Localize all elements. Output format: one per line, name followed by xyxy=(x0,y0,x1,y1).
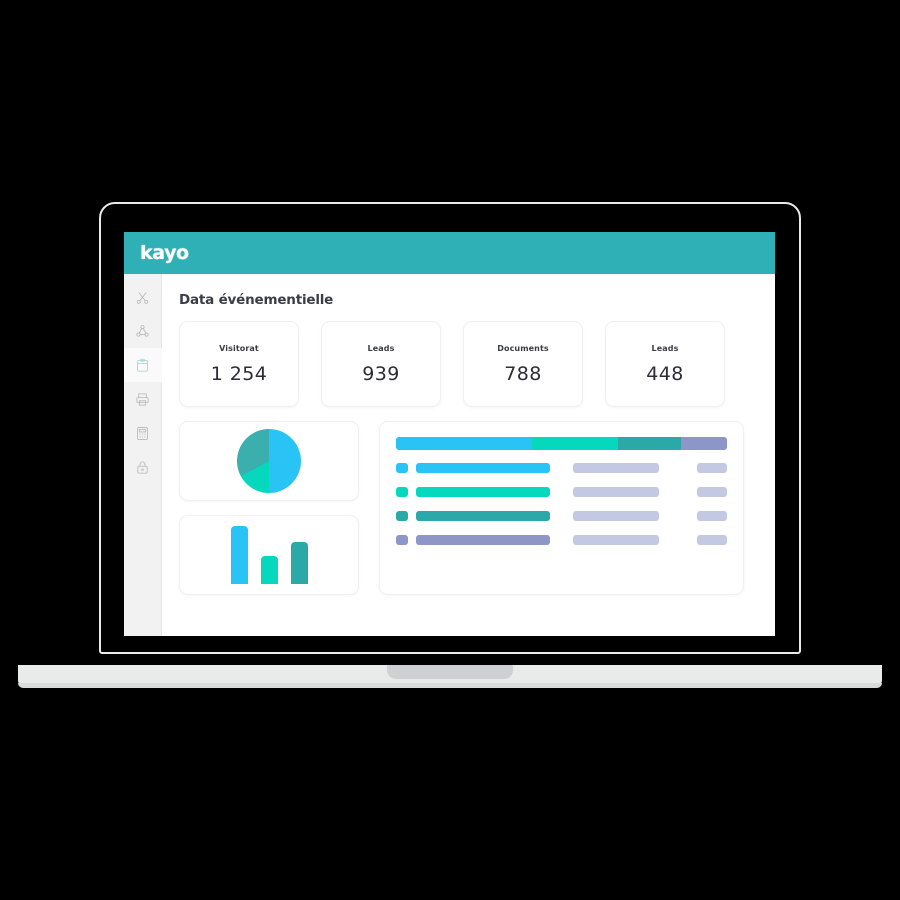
page-title: Data événementielle xyxy=(179,292,334,308)
stacked-bar xyxy=(396,437,727,450)
table-row[interactable] xyxy=(396,535,727,545)
sidebar-item-share[interactable] xyxy=(124,314,162,348)
row-placeholder-1 xyxy=(573,535,660,545)
bar-3 xyxy=(290,542,308,584)
screen: kayo Data événementielle Visitorat 1 254… xyxy=(124,232,775,636)
table-row[interactable] xyxy=(396,463,727,473)
bar-chart xyxy=(230,526,308,584)
list-rows xyxy=(396,463,727,545)
kpi-value: 1 254 xyxy=(210,362,268,385)
row-placeholder-1 xyxy=(573,463,660,473)
sidebar-item-clipboard[interactable] xyxy=(124,348,162,382)
sidebar-item-calculator[interactable] xyxy=(124,416,162,450)
row-bar xyxy=(416,463,550,473)
lock-icon xyxy=(135,460,150,475)
row-marker xyxy=(396,463,408,473)
row-placeholder-2 xyxy=(697,511,727,521)
sidebar-item-scissors[interactable] xyxy=(124,280,162,314)
list-panel xyxy=(379,421,744,595)
kpi-value: 448 xyxy=(646,362,684,385)
row-marker xyxy=(396,511,408,521)
sidebar-item-printer[interactable] xyxy=(124,382,162,416)
row-bar xyxy=(416,535,550,545)
kpi-card-leads-2[interactable]: Leads 448 xyxy=(605,321,725,407)
scissors-icon xyxy=(135,290,150,305)
kpi-label: Documents xyxy=(497,343,549,353)
charts-area xyxy=(179,421,775,595)
kpi-value: 939 xyxy=(362,362,400,385)
bar-chart-card[interactable] xyxy=(179,515,359,595)
stacked-segment-4 xyxy=(680,437,727,450)
kayo-logo[interactable]: kayo xyxy=(140,242,189,264)
row-marker xyxy=(396,487,408,497)
pie-chart-card[interactable] xyxy=(179,421,359,501)
row-bar xyxy=(416,511,550,521)
bar-1 xyxy=(230,526,248,584)
laptop-base-shadow xyxy=(18,683,882,688)
kpi-label: Leads xyxy=(367,343,395,353)
laptop-notch xyxy=(387,665,513,679)
calculator-icon xyxy=(135,426,150,441)
app-topbar: kayo xyxy=(124,232,775,274)
printer-icon xyxy=(135,392,150,407)
main-content: Data événementielle Visitorat 1 254 Lead… xyxy=(162,274,775,636)
sidebar xyxy=(124,274,162,636)
kpi-card-leads-1[interactable]: Leads 939 xyxy=(321,321,441,407)
table-row[interactable] xyxy=(396,487,727,497)
pie-chart xyxy=(237,429,301,493)
stacked-segment-2 xyxy=(531,437,618,450)
clipboard-icon xyxy=(135,358,150,373)
row-placeholder-2 xyxy=(697,487,727,497)
row-placeholder-1 xyxy=(573,511,660,521)
row-marker xyxy=(396,535,408,545)
stacked-segment-1 xyxy=(396,437,532,450)
row-placeholder-2 xyxy=(697,463,727,473)
stacked-segment-3 xyxy=(617,437,681,450)
left-chart-column xyxy=(179,421,359,595)
kpi-value: 788 xyxy=(504,362,542,385)
share-nodes-icon xyxy=(135,324,150,339)
kpi-card-documents[interactable]: Documents 788 xyxy=(463,321,583,407)
kpi-label: Leads xyxy=(651,343,679,353)
table-row[interactable] xyxy=(396,511,727,521)
kpi-row: Visitorat 1 254 Leads 939 Documents 788 … xyxy=(179,321,775,407)
row-placeholder-2 xyxy=(697,535,727,545)
kpi-card-visitorat[interactable]: Visitorat 1 254 xyxy=(179,321,299,407)
bar-2 xyxy=(260,556,278,584)
scene: kayo Data événementielle Visitorat 1 254… xyxy=(0,0,900,900)
row-bar xyxy=(416,487,550,497)
sidebar-item-lock[interactable] xyxy=(124,450,162,484)
row-placeholder-1 xyxy=(573,487,660,497)
kpi-label: Visitorat xyxy=(219,343,259,353)
